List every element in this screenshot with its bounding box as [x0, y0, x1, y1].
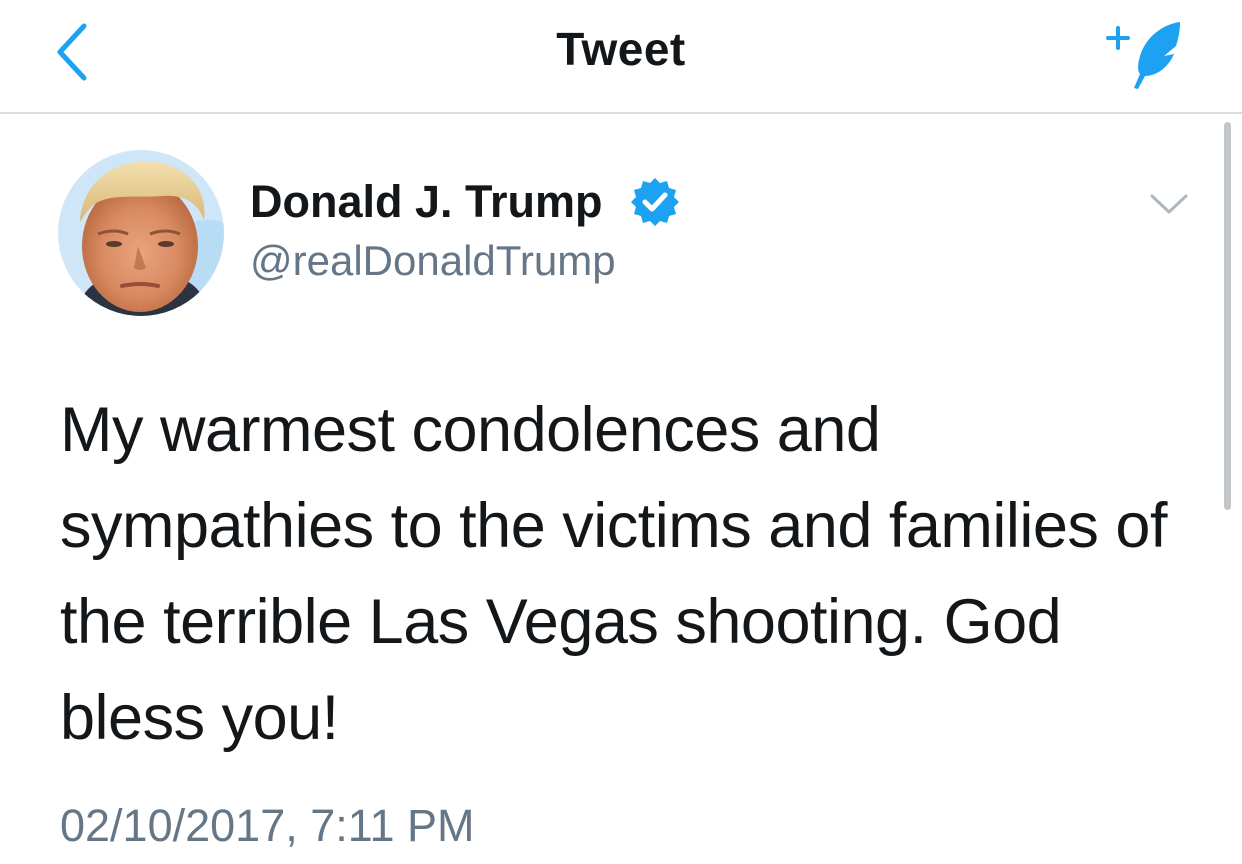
nav-bar: Tweet — [0, 0, 1242, 114]
avatar[interactable] — [58, 150, 224, 316]
compose-tweet-icon — [1106, 22, 1180, 89]
tweet-options-button[interactable] — [1144, 182, 1194, 226]
author-handle[interactable]: @realDonaldTrump — [250, 237, 616, 285]
scrollbar[interactable] — [1224, 122, 1231, 510]
verified-badge-icon — [631, 178, 679, 226]
compose-tweet-button[interactable] — [1098, 10, 1198, 100]
profile-photo — [58, 150, 224, 316]
tweet-timestamp[interactable]: 02/10/2017, 7:11 PM — [60, 800, 474, 852]
page-title: Tweet — [556, 23, 686, 75]
tweet-text: My warmest condolences and sympathies to… — [60, 395, 1167, 753]
author-display-name[interactable]: Donald J. Trump — [250, 176, 603, 228]
chevron-down-icon — [1150, 194, 1188, 214]
